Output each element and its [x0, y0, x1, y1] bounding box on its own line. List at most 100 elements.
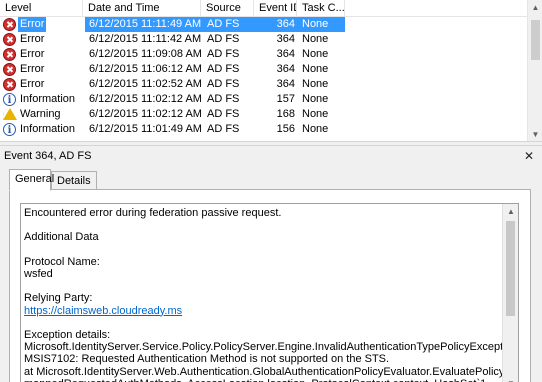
event-level-label: Error — [20, 78, 45, 90]
event-id-cell: 364 — [276, 78, 295, 90]
scroll-up-arrow-icon[interactable]: ▲ — [503, 204, 518, 220]
tab-general[interactable]: General — [9, 169, 54, 191]
event-level-cell: Error — [3, 62, 83, 77]
event-description-textbox[interactable]: Encountered error during federation pass… — [20, 203, 519, 382]
description-line: Exception details: — [24, 328, 111, 341]
event-task-cell: None — [302, 48, 329, 60]
event-id-cell: 364 — [276, 18, 295, 30]
event-id-cell: 364 — [276, 63, 295, 75]
event-level-cell: Error — [3, 47, 83, 62]
scroll-down-arrow-icon[interactable]: ▼ — [503, 376, 518, 382]
event-level-cell: Error — [3, 17, 83, 32]
scroll-down-arrow-icon[interactable]: ▼ — [528, 127, 542, 141]
column-header-level[interactable]: Level — [0, 0, 83, 17]
event-level-cell: Information — [3, 92, 83, 107]
event-date-cell: 6/12/2015 11:11:49 AM — [89, 18, 202, 30]
event-date-cell: 6/12/2015 11:01:49 AM — [89, 123, 202, 135]
event-level-label: Warning — [20, 108, 61, 120]
error-icon — [3, 63, 16, 76]
event-task-cell: None — [302, 93, 329, 105]
column-header-event-id[interactable]: Event ID — [254, 0, 297, 17]
description-line: at Microsoft.IdentityServer.Web.Authenti… — [24, 365, 519, 378]
event-task-cell: None — [302, 78, 329, 90]
description-line: Microsoft.IdentityServer.Service.Policy.… — [24, 341, 519, 354]
event-source-cell: AD FS — [207, 123, 240, 135]
description-line: Additional Data — [24, 231, 99, 244]
general-tab-panel: Encountered error during federation pass… — [9, 189, 531, 382]
close-icon[interactable]: ✕ — [524, 146, 534, 166]
event-id-cell: 168 — [276, 108, 295, 120]
event-level-label: Error — [20, 63, 45, 75]
selected-row-highlight: 6/12/2015 11:11:49 AM AD FS 364 None — [85, 17, 345, 32]
event-description-text: Encountered error during federation pass… — [24, 207, 519, 382]
event-row[interactable]: Error 6/12/2015 11:06:12 AM AD FS 364 None — [0, 62, 527, 77]
event-row[interactable]: Error 6/12/2015 11:09:08 AM AD FS 364 None — [0, 47, 527, 62]
event-row[interactable]: Information 6/12/2015 11:02:12 AM AD FS 157… — [0, 92, 527, 107]
event-level-cell: !Warning — [3, 107, 83, 122]
event-level-label: Information — [20, 123, 76, 135]
event-list[interactable]: Level Date and Time Source Event ID Task… — [0, 0, 542, 142]
event-task-cell: None — [302, 18, 329, 30]
error-icon — [3, 33, 16, 46]
event-detail-header: Event 364, AD FS ✕ — [0, 145, 542, 165]
event-id-cell: 364 — [276, 33, 295, 45]
scroll-thumb[interactable] — [531, 20, 540, 60]
event-source-cell: AD FS — [207, 108, 240, 120]
error-icon — [3, 18, 16, 31]
description-line: mappedRequestedAuthMethods, AccessLocati… — [24, 378, 494, 382]
event-source-cell: AD FS — [207, 18, 240, 30]
event-row[interactable]: Error 6/12/2015 11:11:42 AM AD FS 364 None — [0, 32, 527, 47]
event-id-cell: 157 — [276, 93, 295, 105]
description-scrollbar[interactable]: ▲ ▼ — [502, 204, 518, 382]
event-date-cell: 6/12/2015 11:06:12 AM — [89, 63, 202, 75]
info-icon — [3, 93, 16, 107]
event-source-cell: AD FS — [207, 63, 240, 75]
event-date-cell: 6/12/2015 11:02:52 AM — [89, 78, 202, 90]
event-level-label: Error — [20, 48, 45, 60]
event-row[interactable]: !Warning 6/12/2015 11:02:12 AM AD FS 168 Non… — [0, 107, 527, 122]
event-detail-title: Event 364, AD FS — [4, 150, 92, 162]
event-row[interactable]: Information 6/12/2015 11:01:49 AM AD FS 156… — [0, 122, 527, 137]
description-line: MSIS7102: Requested Authentication Metho… — [24, 353, 390, 366]
warning-icon — [3, 108, 17, 120]
event-level-cell: Error — [3, 32, 83, 47]
error-icon — [3, 48, 16, 61]
event-list-scrollbar[interactable]: ▲ ▼ — [527, 0, 542, 141]
event-date-cell: 6/12/2015 11:02:12 AM — [89, 108, 202, 120]
event-row[interactable]: Error 6/12/2015 11:02:52 AM AD FS 364 None — [0, 77, 527, 92]
column-header-date[interactable]: Date and Time — [83, 0, 201, 17]
scroll-thumb[interactable] — [506, 221, 515, 316]
event-source-cell: AD FS — [207, 93, 240, 105]
event-task-cell: None — [302, 33, 329, 45]
relying-party-link[interactable]: https://claimsweb.cloudready.ms — [24, 305, 494, 317]
event-task-cell: None — [302, 63, 329, 75]
event-date-cell: 6/12/2015 11:11:42 AM — [89, 33, 202, 45]
event-task-cell: None — [302, 108, 329, 120]
info-icon — [3, 123, 16, 137]
event-level-cell: Error — [3, 77, 83, 92]
event-date-cell: 6/12/2015 11:02:12 AM — [89, 93, 202, 105]
description-line: wsfed — [24, 267, 53, 280]
event-rows: Error 6/12/2015 11:11:49 AM AD FS 364 None Er… — [0, 17, 527, 137]
description-line: Protocol Name: — [24, 255, 100, 268]
event-task-cell: None — [302, 123, 329, 135]
event-source-cell: AD FS — [207, 48, 240, 60]
event-row[interactable]: Error 6/12/2015 11:11:49 AM AD FS 364 None — [0, 17, 527, 32]
description-line: Relying Party: — [24, 292, 93, 305]
scroll-up-arrow-icon[interactable]: ▲ — [528, 0, 542, 15]
description-line: Encountered error during federation pass… — [24, 207, 282, 219]
event-source-cell: AD FS — [207, 33, 240, 45]
event-id-cell: 156 — [276, 123, 295, 135]
event-level-label: Information — [20, 93, 76, 105]
tab-details[interactable]: Details — [51, 171, 97, 190]
event-level-cell: Information — [3, 122, 83, 137]
event-level-label: Error — [18, 17, 47, 32]
error-icon — [3, 78, 16, 91]
column-header-source[interactable]: Source — [201, 0, 254, 17]
event-date-cell: 6/12/2015 11:09:08 AM — [89, 48, 202, 60]
column-header-task-category[interactable]: Task C... — [297, 0, 345, 17]
